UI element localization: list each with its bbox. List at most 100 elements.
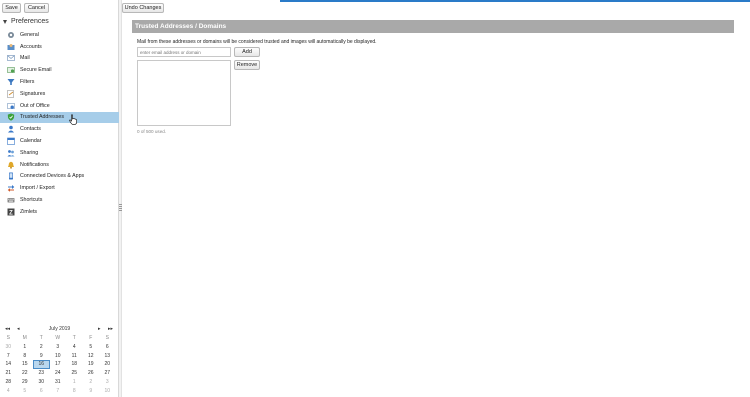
calendar-day[interactable]: 1 [17,343,34,352]
mini-calendar: ◂◂ ◂ July 2019 ▸ ▸▸ S M T W T F S 30 1 2 3 4 5 6 7 8 9 10… [0,325,119,396]
hand-cursor-icon [69,114,77,125]
sidebar-item-general[interactable]: General [0,29,119,41]
collapse-caret-icon[interactable] [3,19,7,24]
main-content: Trusted Addresses / Domains Mail from th… [132,0,750,397]
calendar-day[interactable]: 7 [50,387,67,396]
sidebar-item-label: Filters [20,79,35,86]
sidebar-item-import-export[interactable]: Import / Export [0,182,119,194]
section-header: Trusted Addresses / Domains [132,20,734,33]
calendar-day[interactable]: 26 [83,369,100,378]
preferences-header[interactable]: Preferences [3,17,49,26]
sidebar-item-label: General [20,31,39,38]
calendar-day[interactable]: 7 [0,352,17,361]
calendar-day[interactable]: 9 [33,352,50,361]
calendar-day[interactable]: 3 [50,343,67,352]
calendar-day[interactable]: 8 [17,352,34,361]
calendar-day[interactable]: 14 [0,360,17,369]
calendar-day[interactable]: 31 [50,378,67,387]
sidebar-item-label: Calendar [20,138,42,145]
sidebar-item-contacts[interactable]: Contacts [0,123,119,135]
sidebar-item-trusted-addresses[interactable]: Trusted Addresses [0,111,119,124]
calendar-day[interactable]: 20 [99,360,116,369]
sidebar-item-connected-devices-apps[interactable]: Connected Devices & Apps [0,171,119,183]
sidebar-splitter[interactable] [119,0,122,397]
calendar-day[interactable]: 11 [66,352,83,361]
calendar-day[interactable]: 6 [99,343,116,352]
save-button[interactable]: Save [2,3,21,13]
calendar-day[interactable]: 18 [66,360,83,369]
sidebar-item-shortcuts[interactable]: Shortcuts [0,194,119,206]
calendar-day[interactable]: 21 [0,369,17,378]
calendar-day[interactable]: 30 [33,378,50,387]
sidebar-item-filters[interactable]: Filters [0,76,119,88]
add-button[interactable]: Add [234,47,260,57]
next-month-button[interactable]: ▸ [98,326,101,332]
remove-button[interactable]: Remove [234,60,260,70]
calendar-day[interactable]: 9 [83,387,100,396]
filters-icon [7,78,15,86]
sidebar: Save Cancel Preferences General Accounts M… [0,0,119,397]
calendar-day[interactable]: 10 [50,352,67,361]
secure-email-icon [7,66,15,74]
sidebar-item-zimlets[interactable]: Z Zimlets [0,206,119,218]
calendar-day[interactable]: 27 [99,369,116,378]
sidebar-item-label: Accounts [20,43,42,50]
calendar-week-row: 7 8 9 10 11 12 13 [0,352,119,361]
mail-icon [7,54,15,62]
sidebar-item-signatures[interactable]: Signatures [0,88,119,100]
sidebar-item-secure-email[interactable]: Secure Email [0,64,119,76]
calendar-day[interactable]: 8 [66,387,83,396]
accounts-icon [7,43,15,51]
calendar-week-row: 30 1 2 3 4 5 6 [0,343,119,352]
calendar-day[interactable]: 24 [50,369,67,378]
preferences-nav: General Accounts Mail Secure Email Filters Si… [0,29,119,218]
calendar-day[interactable]: 2 [83,378,100,387]
cancel-button[interactable]: Cancel [24,3,49,13]
calendar-day[interactable]: 5 [83,343,100,352]
calendar-day-today[interactable]: 16 [33,360,50,370]
calendar-day[interactable]: 22 [17,369,34,378]
section-title: Trusted Addresses / Domains [135,23,227,30]
calendar-day[interactable]: 30 [0,343,17,352]
sidebar-item-label: Signatures [20,90,46,97]
calendar-day[interactable]: 15 [17,360,34,369]
sidebar-item-label: Import / Export [20,185,55,192]
sidebar-item-label: Sharing [20,149,39,156]
calendar-day[interactable]: 29 [17,378,34,387]
calendar-month-label: July 2019 [48,326,71,332]
calendar-day[interactable]: 10 [99,387,116,396]
calendar-day[interactable]: 6 [33,387,50,396]
sidebar-item-notifications[interactable]: Notifications [0,159,119,171]
device-icon [7,172,15,180]
calendar-day[interactable]: 4 [66,343,83,352]
sidebar-item-label: Mail [20,55,30,62]
sidebar-item-label: Contacts [20,126,41,133]
calendar-day[interactable]: 5 [17,387,34,396]
sidebar-item-mail[interactable]: Mail [0,53,119,65]
signature-icon [7,90,15,98]
sidebar-item-accounts[interactable]: Accounts [0,41,119,53]
trusted-address-input[interactable] [137,47,231,57]
sidebar-item-label: Zimlets [20,208,38,215]
sidebar-item-label: Notifications [20,161,49,168]
calendar-day[interactable]: 4 [0,387,17,396]
weekday-label: T [39,335,43,341]
calendar-day[interactable]: 3 [99,378,116,387]
preferences-title: Preferences [11,18,49,25]
calendar-day[interactable]: 25 [66,369,83,378]
calendar-day[interactable]: 2 [33,343,50,352]
sidebar-item-calendar[interactable]: Calendar [0,135,119,147]
splitter-grip-icon[interactable] [119,204,122,212]
sidebar-item-label: Out of Office [20,102,50,109]
calendar-day[interactable]: 1 [66,378,83,387]
calendar-day[interactable]: 17 [50,360,67,369]
calendar-day[interactable]: 12 [83,352,100,361]
trusted-address-list[interactable] [137,60,231,126]
next-year-button[interactable]: ▸▸ [108,326,113,332]
sidebar-item-out-of-office[interactable]: Out of Office [0,100,119,112]
sidebar-item-sharing[interactable]: Sharing [0,147,119,159]
calendar-day[interactable]: 28 [0,378,17,387]
calendar-day[interactable]: 13 [99,352,116,361]
calendar-day[interactable]: 19 [83,360,100,369]
calendar-day[interactable]: 23 [33,369,50,378]
